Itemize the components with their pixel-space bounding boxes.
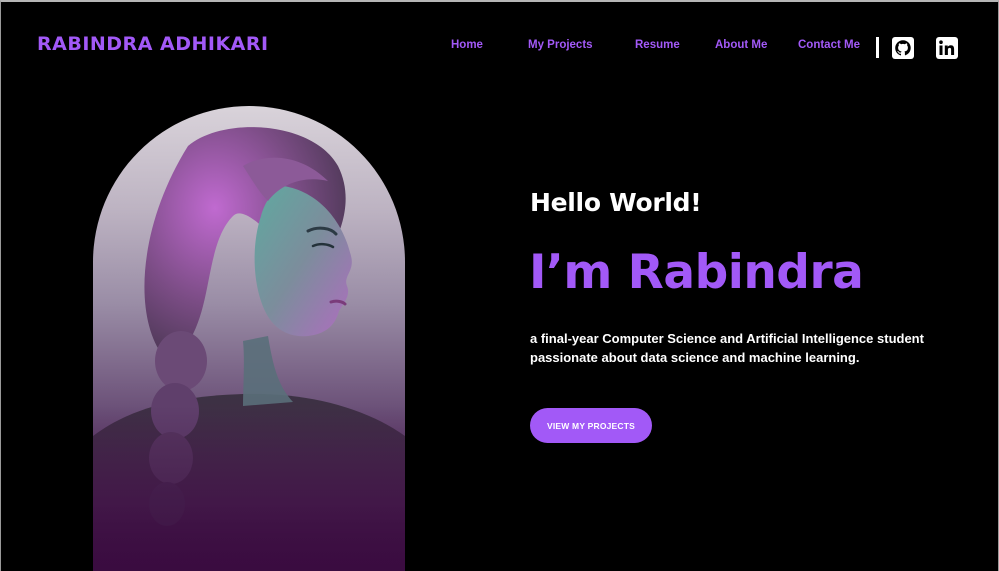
hero-greeting: Hello World!	[530, 188, 702, 217]
profile-portrait	[93, 106, 405, 571]
github-icon[interactable]	[892, 37, 914, 59]
hero-bio: a final-year Computer Science and Artifi…	[530, 331, 924, 365]
nav-home[interactable]: Home	[451, 39, 483, 51]
nav-my-projects[interactable]: My Projects	[528, 39, 593, 51]
nav-resume[interactable]: Resume	[635, 39, 680, 51]
nav-about-me[interactable]: About Me	[715, 39, 767, 51]
view-projects-button[interactable]: VIEW MY PROJECTS	[530, 408, 652, 443]
linkedin-icon[interactable]	[936, 37, 958, 59]
brand-logo[interactable]: RABINDRA ADHIKARI	[37, 33, 269, 55]
hero-headline: I’m Rabindra	[529, 245, 864, 300]
nav-contact-me[interactable]: Contact Me	[798, 39, 860, 51]
page-frame: RABINDRA ADHIKARI Home My Projects Resum…	[0, 0, 999, 571]
nav-divider	[876, 37, 879, 58]
